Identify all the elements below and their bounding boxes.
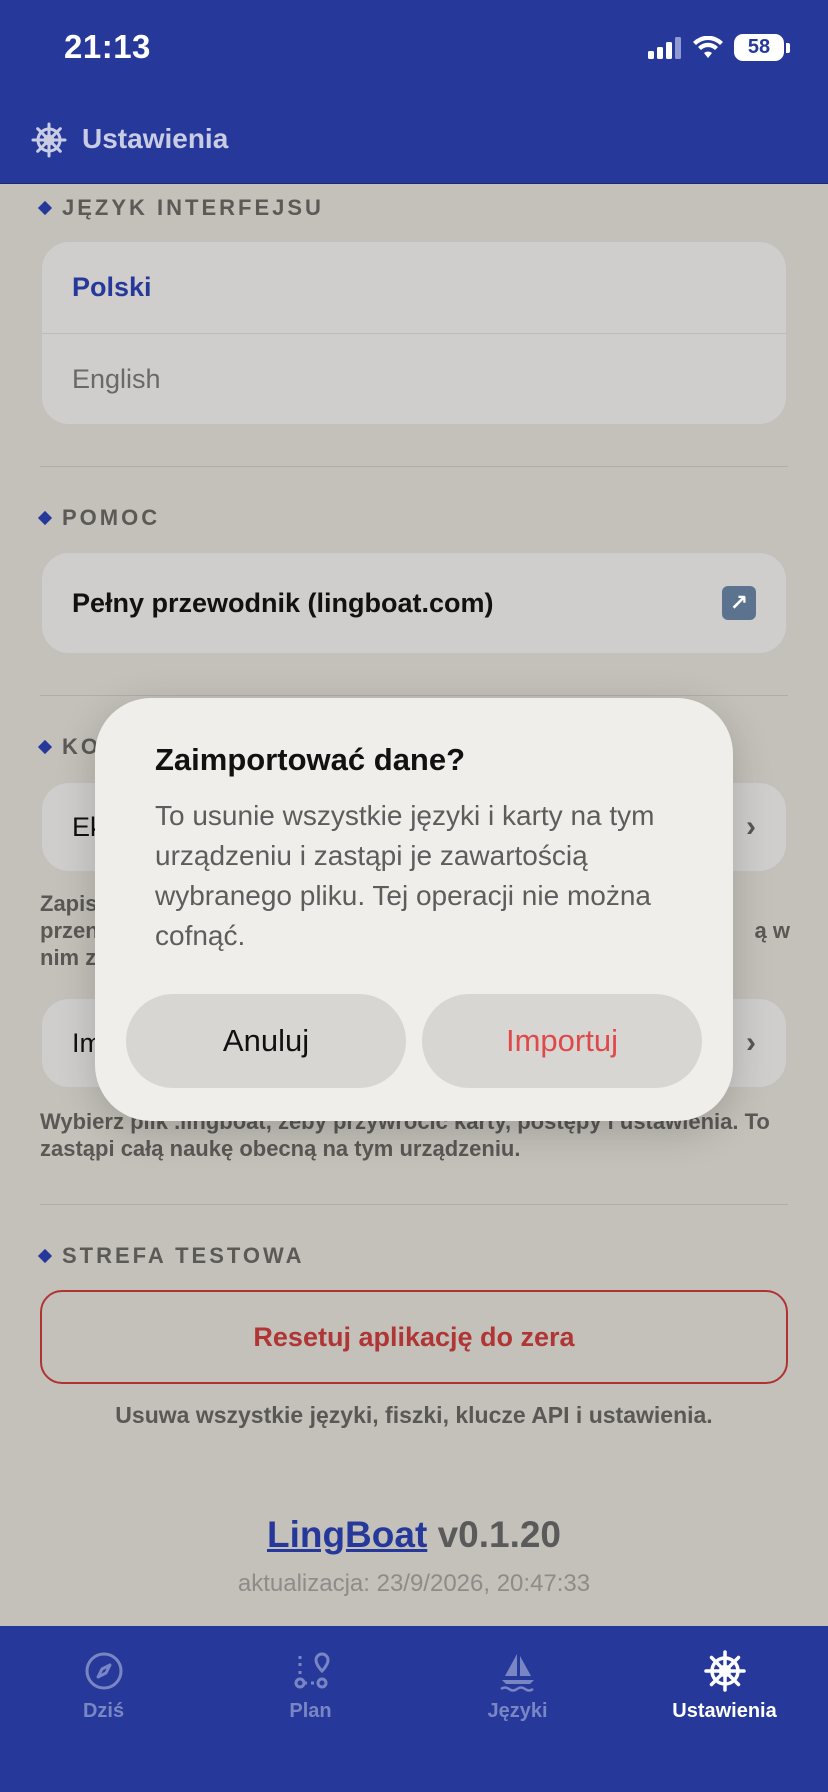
cancel-button[interactable]: Anuluj [126,994,406,1088]
import-confirm-dialog: Zaimportować dane? To usunie wszystkie j… [95,698,733,1121]
dialog-title: Zaimportować dane? [155,742,466,777]
cancel-button-label: Anuluj [222,1023,310,1058]
import-button-label: Importuj [506,1023,618,1058]
dialog-message: To usunie wszystkie języki i karty na ty… [155,800,655,951]
import-button-confirm[interactable]: Importuj [422,994,702,1088]
